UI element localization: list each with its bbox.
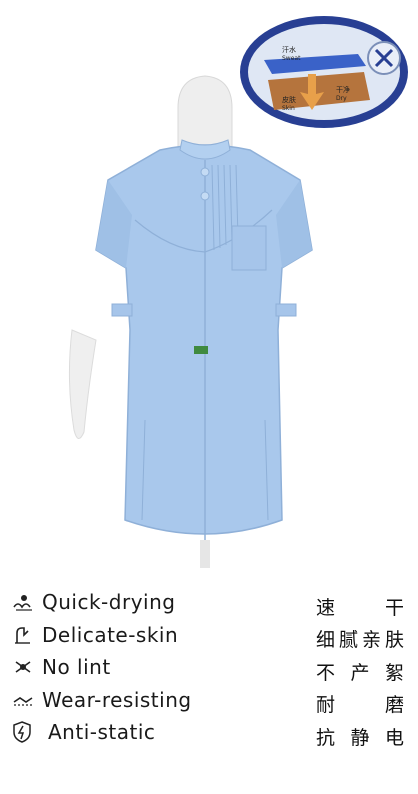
feature-label: Anti-static [48, 720, 156, 745]
feature-label: Quick-drying [42, 590, 176, 615]
wear-resist-icon [12, 688, 42, 712]
feature-label: Wear-resisting [42, 687, 192, 712]
anti-static-icon [12, 720, 42, 744]
feature-item: Anti-static [12, 716, 272, 749]
cn-feature-item: 细腻亲肤 [316, 629, 404, 652]
feature-item: No lint [12, 651, 272, 684]
feature-list: Quick-drying Delicate-skin No lint Wear-… [12, 586, 272, 749]
feature-item: Quick-drying [12, 586, 272, 619]
fabric-badge: 皮肤 Skin 干净 Dry 汗水 Sweat [240, 16, 408, 128]
quick-dry-icon [12, 590, 42, 614]
badge-label-skin: 皮肤 [282, 95, 296, 104]
feature-label: No lint [42, 655, 111, 680]
dress [95, 139, 313, 540]
cn-feature-item: 抗静电 [316, 726, 404, 749]
delicate-skin-icon [12, 623, 42, 647]
badge-label-dry: 干净 [336, 85, 350, 94]
svg-text:Sweat: Sweat [282, 55, 301, 62]
feature-label: Delicate-skin [42, 622, 179, 647]
cn-feature-item: 不产絮 [316, 661, 404, 684]
feature-item: Delicate-skin [12, 619, 272, 652]
badge-label-sweat: 汗水 [282, 45, 296, 54]
feature-item: Wear-resisting [12, 684, 272, 717]
svg-text:Dry: Dry [336, 95, 347, 102]
cn-feature-item: 耐磨 [316, 694, 404, 717]
no-lint-icon [12, 655, 42, 679]
svg-text:Skin: Skin [282, 105, 295, 112]
cn-feature-item: 速干 [316, 596, 404, 619]
cn-feature-list: 速干 细腻亲肤 不产絮 耐磨 抗静电 [316, 590, 404, 753]
